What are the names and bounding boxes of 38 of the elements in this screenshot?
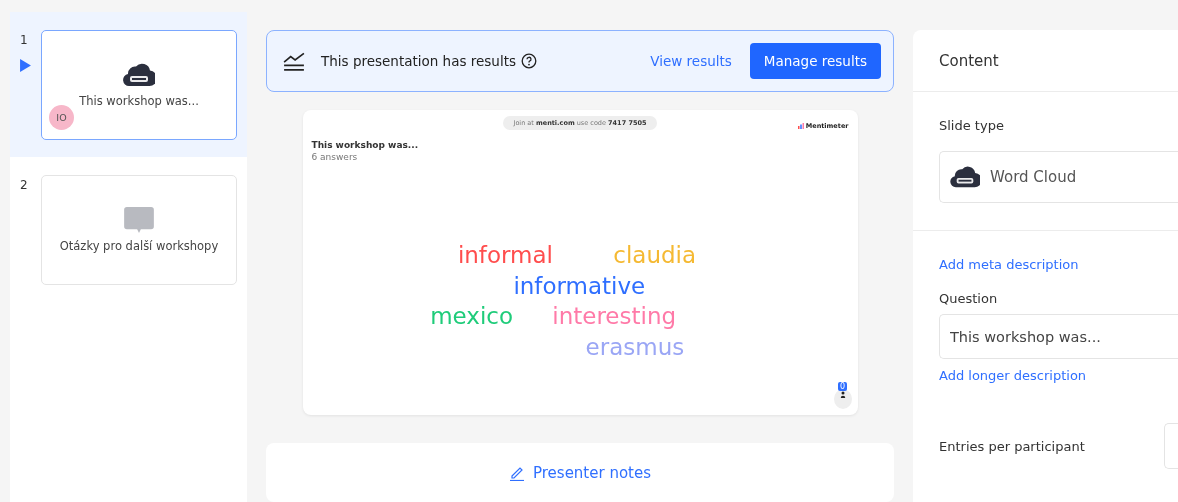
chart-icon: [283, 50, 305, 71]
question-title: This workshop was...: [311, 139, 420, 150]
panel-title: Content: [939, 51, 999, 70]
cloud-word: informal: [457, 244, 553, 267]
pencil-icon: [508, 465, 525, 482]
field-label: Entries per participant: [939, 438, 1086, 454]
slide-title: This workshop was...: [79, 94, 199, 108]
slide-thumbnail[interactable]: This workshop was... IO: [41, 30, 237, 140]
participant-count: 0: [837, 382, 848, 392]
entries-field[interactable]: [1164, 423, 1178, 469]
brand-logo-icon: [797, 122, 804, 129]
cloud-word: claudia: [613, 244, 697, 267]
view-results-link[interactable]: View results: [650, 52, 732, 69]
word-cloud-icon: [950, 165, 980, 189]
cloud-word: interesting: [552, 305, 677, 329]
help-icon[interactable]: [521, 52, 537, 69]
slide-number: 1: [20, 33, 28, 47]
word-cloud-icon: [123, 62, 155, 88]
field-label: Question: [939, 291, 999, 306]
add-meta-description-link[interactable]: Add meta description: [939, 257, 1178, 272]
question-field[interactable]: This workshop was...: [939, 314, 1178, 359]
slide-type-dropdown[interactable]: Word Cloud: [939, 151, 1178, 203]
cloud-word: erasmus: [585, 335, 685, 359]
field-label: Slide type: [939, 118, 1005, 133]
manage-results-button[interactable]: Manage results: [749, 42, 881, 79]
person-icon: [839, 391, 846, 399]
slide-number: 2: [20, 178, 28, 192]
speech-bubble-icon: [123, 207, 155, 233]
cloud-word: informative: [513, 274, 646, 298]
presenter-notes-button[interactable]: Presenter notes: [504, 453, 656, 494]
answer-count: 6 answers: [311, 151, 359, 162]
slide-thumbnail[interactable]: Otázky pro další workshopy: [41, 175, 237, 285]
add-longer-description-link[interactable]: Add longer description: [939, 368, 1178, 383]
user-avatar: IO: [49, 105, 74, 130]
play-icon: [20, 59, 31, 72]
results-message: This presentation has results: [321, 52, 516, 69]
slide-title: Otázky pro další workshopy: [59, 239, 219, 253]
cloud-word: mexico: [430, 305, 513, 329]
